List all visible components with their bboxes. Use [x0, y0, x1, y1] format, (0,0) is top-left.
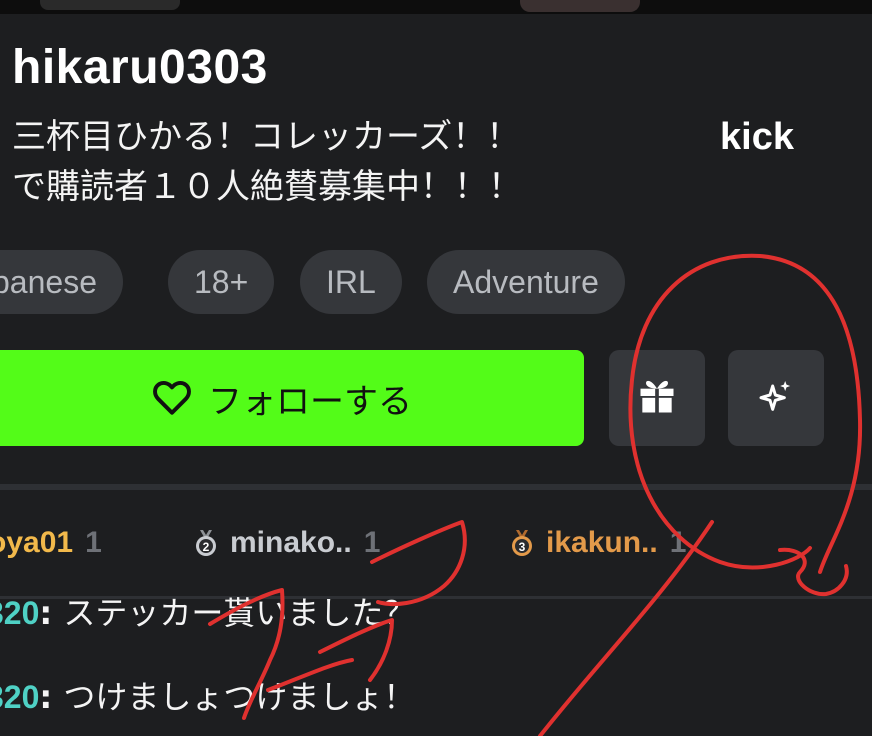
chat-message: 320: つけましょつけましょ！: [0, 672, 415, 718]
svg-text:2: 2: [203, 540, 210, 554]
tag-language[interactable]: panese: [0, 250, 123, 314]
gift-icon: [635, 374, 679, 423]
leaderboard-entry-3[interactable]: 3 ikakun.. 1: [508, 520, 686, 566]
leaderboard-entry-1[interactable]: oya01 1: [0, 520, 102, 566]
leaderboard-count: 1: [85, 526, 102, 559]
chat-text: つけましょつけましょ！: [63, 678, 416, 716]
bio-line: 三杯目ひかる！コレッカーズ！！: [12, 117, 521, 157]
leaderboard-count: 1: [669, 526, 687, 559]
chat-username[interactable]: 320: [0, 679, 39, 715]
sparkle-button[interactable]: [728, 350, 824, 446]
bronze-badge-icon: 3: [508, 529, 546, 557]
channel-username: hikaru0303: [12, 41, 268, 94]
leaderboard-count: 1: [363, 526, 381, 559]
sparkle-icon: [756, 376, 796, 421]
heart-icon: [152, 380, 192, 416]
video-preview-strip: [0, 0, 872, 14]
chat-username[interactable]: 320: [0, 595, 39, 631]
leaderboard-name: oya01: [0, 526, 74, 559]
section-divider: [0, 484, 872, 490]
leaderboard-name: ikakun..: [546, 526, 658, 559]
tag-irl[interactable]: IRL: [300, 250, 402, 314]
gift-sub-button[interactable]: [609, 350, 705, 446]
svg-text:3: 3: [519, 540, 526, 554]
chat-message: 320: ステッカー貰いました？: [0, 588, 415, 634]
chat-text: ステッカー貰いました？: [63, 594, 416, 632]
follow-button[interactable]: フォローする: [0, 350, 584, 446]
leaderboard-name: minako..: [230, 526, 352, 559]
platform-label: kick: [720, 116, 794, 158]
channel-bio: 三杯目ひかる！コレッカーズ！！ で購読者１０人絶賛募集中！！！: [12, 112, 652, 212]
channel-page: hikaru0303 三杯目ひかる！コレッカーズ！！ で購読者１０人絶賛募集中！…: [0, 0, 872, 736]
tag-18plus[interactable]: 18+: [168, 250, 275, 314]
follow-label: フォローする: [208, 381, 412, 422]
silver-badge-icon: 2: [192, 529, 230, 557]
tag-adventure[interactable]: Adventure: [427, 250, 625, 314]
bio-line: で購読者１０人絶賛募集中！！！: [12, 167, 522, 207]
leaderboard-entry-2[interactable]: 2 minako.. 1: [192, 520, 380, 566]
